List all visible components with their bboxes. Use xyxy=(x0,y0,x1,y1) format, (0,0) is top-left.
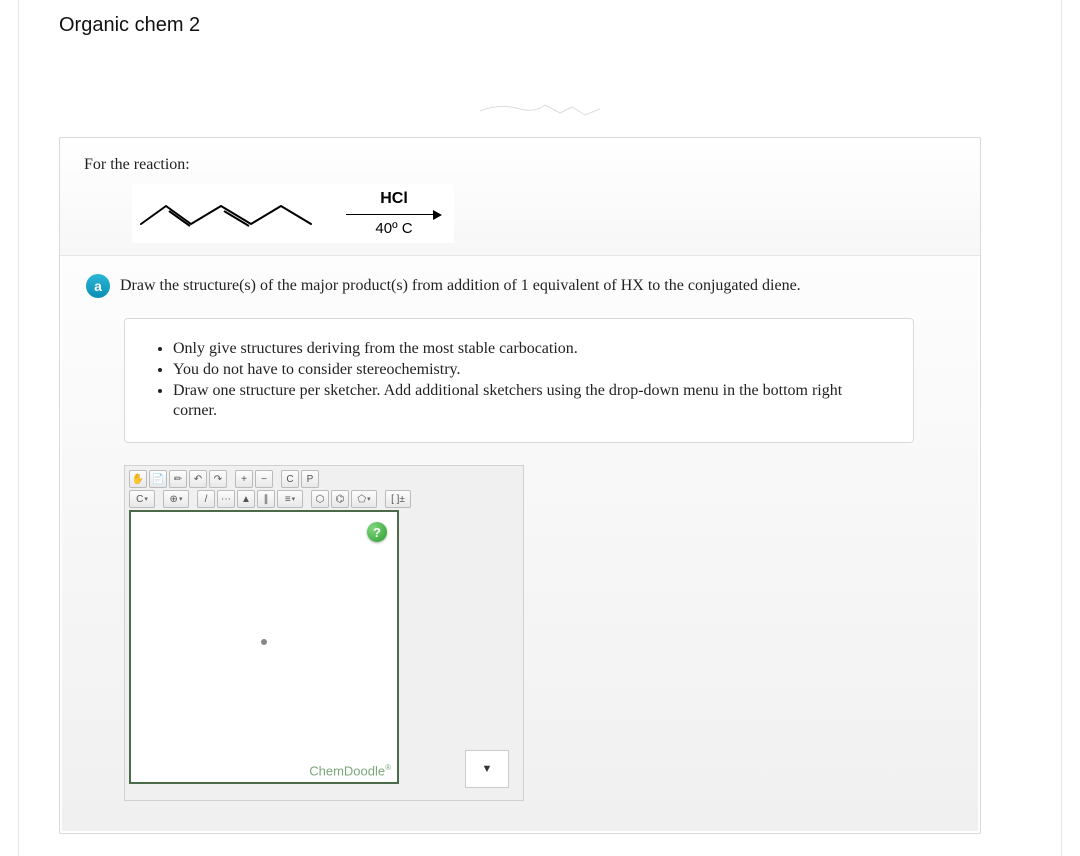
redo-icon[interactable]: ↷ xyxy=(209,470,227,488)
chem-sketcher: ✋ 📄 ✏ ↶ ↷ + − C P C ⊕ / xyxy=(124,465,524,801)
triple-bond-icon[interactable]: ≡ xyxy=(277,490,303,508)
reaction-arrow: HCl 40º C xyxy=(346,190,442,237)
reaction-scheme: HCl 40º C xyxy=(132,184,454,243)
hints-box: Only give structures deriving from the m… xyxy=(124,318,914,443)
single-bond-icon[interactable]: / xyxy=(197,490,215,508)
atom-picker[interactable]: C xyxy=(129,490,155,508)
toolbar-row-2: C ⊕ / ⋯ ▲ ∥ ≡ ⬡ ⌬ ⬠ [ ]± xyxy=(129,490,519,508)
part-instruction: Draw the structure(s) of the major produ… xyxy=(120,277,801,295)
canvas-center-dot xyxy=(261,639,267,645)
zoom-out-icon[interactable]: − xyxy=(255,470,273,488)
dotted-bond-icon[interactable]: ⋯ xyxy=(217,490,235,508)
benzene-ring-icon[interactable]: ⌬ xyxy=(331,490,349,508)
undo-icon[interactable]: ↶ xyxy=(189,470,207,488)
part-badge: a xyxy=(86,274,110,298)
add-sketcher-dropdown[interactable]: ▼ xyxy=(465,750,509,788)
wedge-bond-icon[interactable]: ▲ xyxy=(237,490,255,508)
diene-structure xyxy=(136,194,316,234)
part-a-body: a Draw the structure(s) of the major pro… xyxy=(62,256,978,831)
pentagon-ring-icon[interactable]: ⬠ xyxy=(351,490,377,508)
reaction-header: For the reaction: HCl 40º C xyxy=(60,138,980,256)
page-title: Organic chem 2 xyxy=(59,0,1021,37)
reaction-prompt: For the reaction: xyxy=(84,156,956,174)
toolbar-row-1: ✋ 📄 ✏ ↶ ↷ + − C P xyxy=(129,470,519,488)
zoom-in-icon[interactable]: + xyxy=(235,470,253,488)
hint-item: Only give structures deriving from the m… xyxy=(173,339,887,360)
chemdoodle-brand: ChemDoodle® xyxy=(309,763,391,778)
sketch-canvas[interactable]: ? ChemDoodle® xyxy=(129,510,399,784)
reagent-top: HCl xyxy=(380,190,408,208)
open-icon[interactable]: 📄 xyxy=(149,470,167,488)
help-icon[interactable]: ? xyxy=(367,522,387,542)
reagent-bottom: 40º C xyxy=(375,220,412,237)
question-card: For the reaction: HCl 40º C a Draw the s… xyxy=(59,137,981,834)
hint-item: Draw one structure per sketcher. Add add… xyxy=(173,381,887,423)
brackets-tool[interactable]: [ ]± xyxy=(385,490,411,508)
hand-tool-icon[interactable]: ✋ xyxy=(129,470,147,488)
double-bond-icon[interactable]: ∥ xyxy=(257,490,275,508)
hexagon-ring-icon[interactable]: ⬡ xyxy=(311,490,329,508)
copy-icon[interactable]: C xyxy=(281,470,299,488)
paste-icon[interactable]: P xyxy=(301,470,319,488)
hint-item: You do not have to consider stereochemis… xyxy=(173,360,887,381)
erase-icon[interactable]: ✏ xyxy=(169,470,187,488)
page-tear-decoration xyxy=(480,93,600,123)
charge-picker[interactable]: ⊕ xyxy=(163,490,189,508)
